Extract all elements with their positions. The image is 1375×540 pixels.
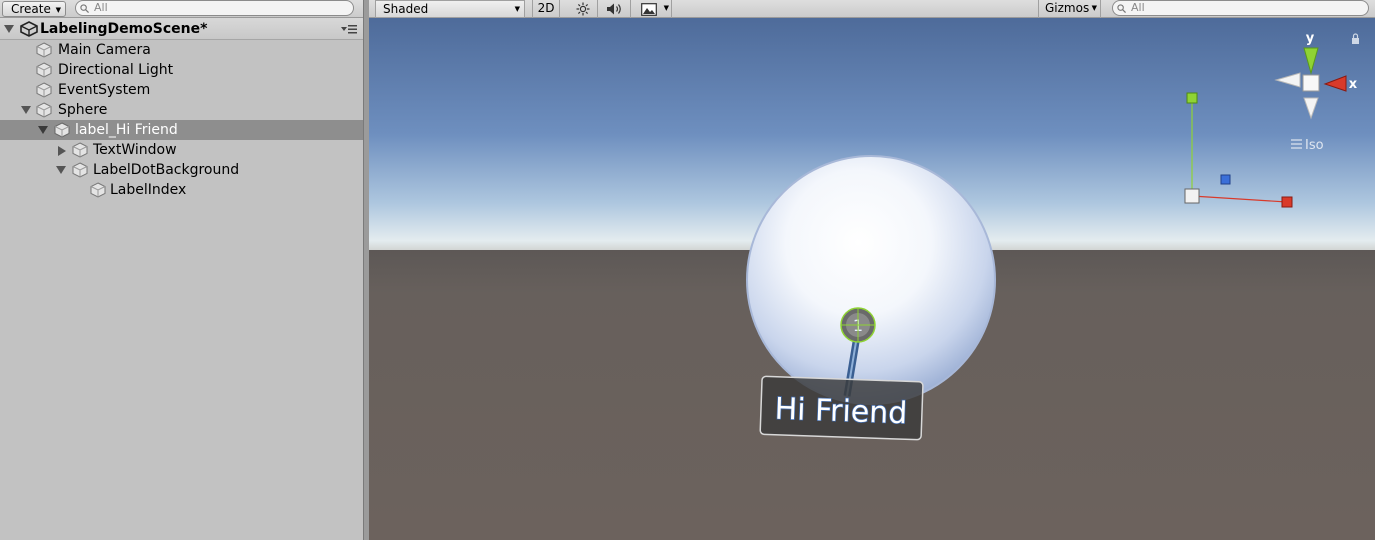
audio-toggle-button[interactable] [599, 0, 631, 18]
hierarchy-item-label: EventSystem [58, 82, 151, 98]
hierarchy-item-main-camera[interactable]: Main Camera [0, 40, 363, 60]
hierarchy-search-input[interactable]: All [75, 0, 354, 16]
expand-arrow-icon[interactable] [4, 25, 14, 33]
scene-title: LabelingDemoScene* [40, 21, 208, 37]
expand-arrow-icon[interactable] [38, 126, 48, 134]
hierarchy-item-label: TextWindow [93, 142, 177, 158]
gizmo-y-label: y [1306, 31, 1315, 46]
gameobject-cube-icon [54, 122, 70, 138]
label-text: Hi Friend [774, 392, 908, 432]
scene-render: 1 Hi Friend y x [369, 18, 1375, 540]
hierarchy-item-label-index[interactable]: LabelIndex [0, 180, 363, 200]
search-icon [1117, 4, 1126, 13]
create-label: Create [11, 2, 51, 16]
scene-toolbar: Shaded ▼ 2D ▼ Gizmos ▼ All [369, 0, 1375, 18]
toggle-2d-label: 2D [537, 1, 555, 15]
gameobject-cube-icon [72, 142, 88, 158]
text-window[interactable]: Hi Friend [759, 375, 924, 441]
hierarchy-panel: Create ▼ All LabelingDemoScene* Main Cam… [0, 0, 363, 540]
hierarchy-item-label: Main Camera [58, 42, 151, 58]
hierarchy-item-directional-light[interactable]: Directional Light [0, 60, 363, 80]
expand-arrow-icon[interactable] [56, 166, 66, 174]
collapsed-arrow-icon[interactable] [58, 146, 66, 156]
shading-mode-label: Shaded [383, 2, 429, 16]
shading-mode-dropdown[interactable]: Shaded ▼ [375, 0, 525, 18]
image-effects-icon [641, 3, 657, 16]
x-axis-handle[interactable] [1281, 196, 1293, 208]
speaker-icon [607, 3, 621, 15]
hierarchy-item-label-dot-background[interactable]: LabelDotBackground [0, 160, 363, 180]
gameobject-cube-icon [36, 62, 52, 78]
hierarchy-item-label: Directional Light [58, 62, 174, 78]
hierarchy-item-label: LabelIndex [110, 182, 187, 198]
gameobject-cube-icon [36, 102, 52, 118]
dropdown-caret-icon: ▼ [55, 6, 61, 14]
hierarchy-item-event-system[interactable]: EventSystem [0, 80, 363, 100]
gameobject-cube-icon [36, 42, 52, 58]
gizmo-x-label: x [1349, 77, 1358, 92]
scene-search-placeholder: All [1131, 1, 1145, 14]
sun-icon [576, 2, 590, 16]
scene-search-input[interactable]: All [1112, 0, 1369, 16]
search-icon [80, 4, 89, 13]
gizmos-dropdown[interactable]: Gizmos ▼ [1038, 0, 1101, 18]
hierarchy-item-label: label_Hi Friend [75, 122, 178, 138]
expand-arrow-icon[interactable] [21, 106, 31, 114]
scene-viewport[interactable]: 1 Hi Friend y x [369, 18, 1375, 540]
hierarchy-item-sphere[interactable]: Sphere [0, 100, 363, 120]
hierarchy-item-text-window[interactable]: TextWindow [0, 140, 363, 160]
lighting-toggle-button[interactable] [568, 0, 598, 18]
scene-header-row[interactable]: LabelingDemoScene* [0, 18, 363, 40]
effects-toggle-button[interactable]: ▼ [632, 0, 672, 18]
dropdown-caret-icon: ▼ [514, 5, 520, 13]
hierarchy-toolbar: Create ▼ All [0, 0, 363, 18]
hierarchy-item-label-hi-friend[interactable]: label_Hi Friend [0, 120, 363, 140]
gameobject-cube-icon [72, 162, 88, 178]
hierarchy-item-label: Sphere [58, 102, 108, 118]
y-axis-handle[interactable] [1186, 92, 1198, 104]
hierarchy-item-label: LabelDotBackground [93, 162, 240, 178]
gizmo-center-cube[interactable] [1302, 74, 1320, 92]
sphere-object[interactable] [746, 155, 996, 405]
create-button[interactable]: Create ▼ [2, 1, 66, 17]
scene-menu-icon[interactable] [341, 24, 357, 34]
gameobject-cube-icon [36, 82, 52, 98]
center-handle[interactable] [1184, 188, 1200, 204]
gizmos-label: Gizmos [1045, 1, 1090, 15]
gameobject-cube-icon [90, 182, 106, 198]
projection-label: Iso [1305, 138, 1324, 153]
dropdown-caret-icon: ▼ [1091, 4, 1097, 12]
dropdown-caret-icon: ▼ [663, 4, 669, 12]
unity-logo-icon [20, 21, 38, 37]
toggle-2d-button[interactable]: 2D [532, 0, 560, 18]
z-axis-handle[interactable] [1220, 174, 1231, 185]
hierarchy-search-placeholder: All [94, 1, 108, 14]
